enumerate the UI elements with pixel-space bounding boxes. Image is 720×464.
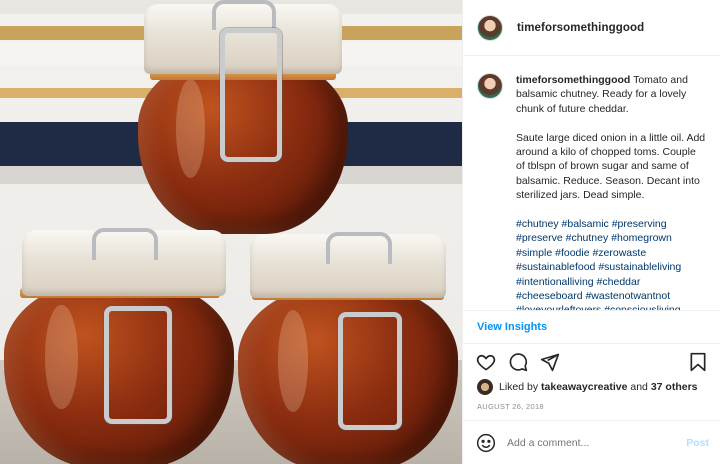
action-bar bbox=[463, 348, 720, 376]
emoji-icon[interactable] bbox=[475, 432, 497, 454]
caption-text: timeforsomethinggood Tomato and balsamic… bbox=[516, 73, 707, 310]
heart-icon[interactable] bbox=[475, 351, 497, 373]
liker-avatar[interactable] bbox=[477, 379, 493, 395]
share-icon[interactable] bbox=[539, 351, 561, 373]
likes-summary: Liked by takeawaycreative and 37 others bbox=[463, 376, 720, 398]
insights-row: View Insights bbox=[463, 310, 720, 344]
post-header: timeforsomethinggood bbox=[463, 0, 720, 56]
liker-username[interactable]: takeawaycreative bbox=[541, 381, 627, 393]
avatar[interactable] bbox=[477, 14, 503, 41]
post-comment-button[interactable]: Post bbox=[686, 437, 709, 449]
likes-prefix: Liked by bbox=[499, 381, 539, 393]
comment-icon[interactable] bbox=[507, 351, 529, 373]
view-insights-link[interactable]: View Insights bbox=[477, 321, 547, 333]
hashtag-list[interactable]: #chutney #balsamic #preserving #preserve… bbox=[516, 218, 681, 310]
chutney-jar-top bbox=[136, 0, 350, 240]
caption-avatar[interactable] bbox=[477, 73, 503, 99]
post-photo[interactable] bbox=[0, 0, 462, 464]
caption-paragraph-2: Saute large diced onion in a little oil.… bbox=[516, 131, 706, 202]
chutney-jar-left bbox=[0, 226, 238, 464]
caption-username[interactable]: timeforsomethinggood bbox=[516, 74, 630, 86]
header-username[interactable]: timeforsomethinggood bbox=[517, 22, 644, 34]
caption-area[interactable]: timeforsomethinggood Tomato and balsamic… bbox=[463, 57, 720, 310]
likes-others-link[interactable]: 37 others bbox=[651, 381, 698, 393]
comment-input[interactable] bbox=[507, 436, 687, 449]
comment-bar: Post bbox=[463, 420, 720, 464]
likes-and: and bbox=[630, 381, 648, 393]
post-side-panel: timeforsomethinggood timeforsomethinggoo… bbox=[462, 0, 720, 464]
post-date: AUGUST 26, 2018 bbox=[477, 402, 544, 411]
bookmark-icon[interactable] bbox=[687, 351, 709, 373]
chutney-jar-right bbox=[236, 232, 460, 464]
caption-hashtags: #chutney #balsamic #preserving #preserve… bbox=[516, 217, 707, 310]
